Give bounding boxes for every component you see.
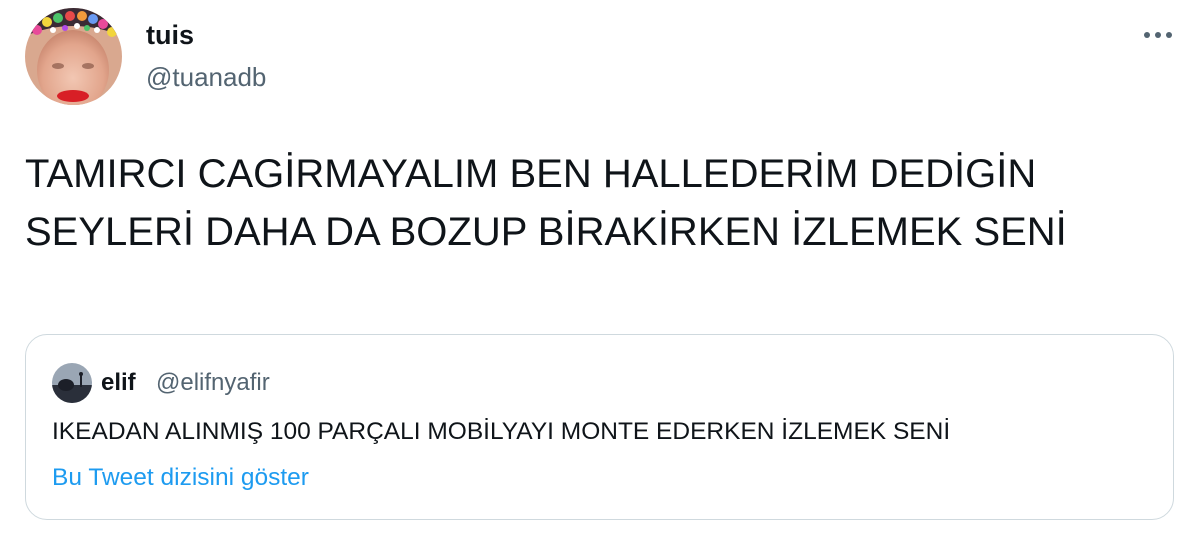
author-name[interactable]: tuis bbox=[146, 19, 194, 51]
avatar-photo-icon bbox=[52, 363, 92, 403]
quoted-tweet-text: IKEADAN ALINMIŞ 100 PARÇALI MOBİLYAYI MO… bbox=[52, 418, 951, 445]
ellipsis-icon bbox=[1144, 32, 1172, 38]
tweet: tuis @tuanadb TAMIRCI CAGİRMAYALIM BEN H… bbox=[0, 0, 1200, 543]
quoted-author-avatar[interactable] bbox=[52, 363, 92, 403]
author-handle[interactable]: @tuanadb bbox=[146, 62, 266, 92]
avatar-photo-icon bbox=[25, 8, 122, 105]
author-avatar[interactable] bbox=[25, 8, 122, 105]
quoted-tweet-card[interactable]: elif @elifnyafir IKEADAN ALINMIŞ 100 PAR… bbox=[25, 334, 1174, 520]
quoted-author-name[interactable]: elif bbox=[101, 368, 136, 398]
show-thread-link[interactable]: Bu Tweet dizisini göster bbox=[52, 463, 309, 493]
tweet-text: TAMIRCI CAGİRMAYALIM BEN HALLEDERİM DEDİ… bbox=[25, 152, 1067, 254]
more-options-button[interactable] bbox=[1136, 20, 1180, 50]
quoted-author-handle[interactable]: @elifnyafir bbox=[156, 368, 270, 398]
